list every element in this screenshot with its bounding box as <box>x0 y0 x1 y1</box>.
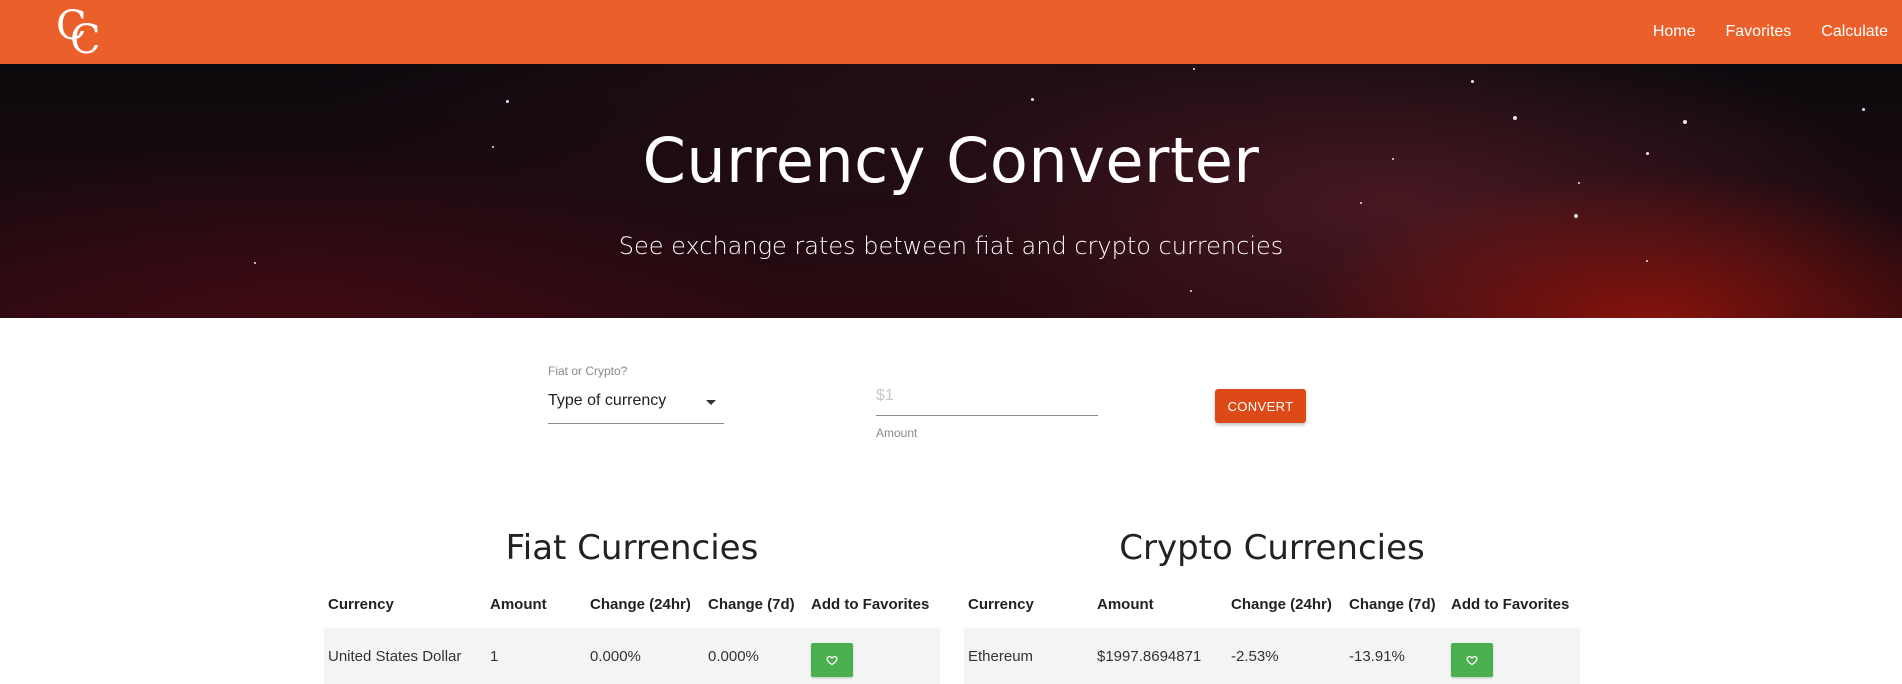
cell-amount: $1997.8694871 <box>1097 648 1202 665</box>
fiat-section-title: Fiat Currencies <box>505 528 759 568</box>
nav-links: Home Favorites Calculate <box>1623 0 1888 64</box>
heart-icon <box>1466 655 1478 666</box>
column-header: Currency <box>968 596 1034 613</box>
star <box>1646 260 1648 262</box>
fiat-table: Currency Amount Change (24hr) Change (7d… <box>324 584 940 684</box>
cell-change-7d: -13.91% <box>1349 648 1405 665</box>
currency-type-select[interactable]: Type of currency <box>548 388 724 424</box>
table-header: Currency Amount Change (24hr) Change (7d… <box>964 584 1580 628</box>
crypto-section-title: Crypto Currencies <box>1119 528 1425 568</box>
table-header: Currency Amount Change (24hr) Change (7d… <box>324 584 940 628</box>
cell-currency: United States Dollar <box>328 648 462 665</box>
column-header: Add to Favorites <box>1451 596 1570 613</box>
hero-banner: Currency Converter See exchange rates be… <box>0 64 1902 318</box>
star <box>254 262 256 264</box>
table-row: Ethereum $1997.8694871 -2.53% -13.91% <box>964 628 1580 684</box>
column-header: Amount <box>1097 596 1154 613</box>
star <box>1031 98 1034 101</box>
cell-currency: Ethereum <box>968 648 1034 665</box>
add-favorite-button[interactable] <box>811 643 853 677</box>
cell-change-24h: -2.53% <box>1231 648 1279 665</box>
page-subtitle: See exchange rates between fiat and cryp… <box>618 232 1284 260</box>
cell-change-7d: 0.000% <box>708 648 759 665</box>
nav-favorites-link[interactable]: Favorites <box>1726 23 1792 41</box>
navbar: C C Home Favorites Calculate <box>0 0 1902 64</box>
convert-button[interactable]: CONVERT <box>1215 389 1306 423</box>
add-favorite-button[interactable] <box>1451 643 1493 677</box>
column-header: Change (24hr) <box>590 596 691 613</box>
star <box>1360 202 1362 204</box>
amount-helper-text: Amount <box>876 426 918 440</box>
cell-change-24h: 0.000% <box>590 648 641 665</box>
column-header: Currency <box>328 596 394 613</box>
star <box>1574 214 1578 218</box>
currency-type-label: Fiat or Crypto? <box>548 364 628 378</box>
column-header: Change (7d) <box>1349 596 1436 613</box>
column-header: Change (7d) <box>708 596 795 613</box>
amount-input[interactable] <box>876 380 1098 416</box>
star <box>1862 108 1865 111</box>
nav-home-link[interactable]: Home <box>1653 23 1696 41</box>
page-title: Currency Converter <box>642 124 1260 197</box>
logo-letter: C <box>70 17 101 63</box>
currency-type-value: Type of currency <box>548 392 667 409</box>
star <box>1471 80 1474 83</box>
cell-amount: 1 <box>490 648 499 665</box>
column-header: Change (24hr) <box>1231 596 1332 613</box>
column-header: Amount <box>490 596 547 613</box>
star <box>1193 68 1195 70</box>
column-header: Add to Favorites <box>811 596 930 613</box>
table-row: United States Dollar 1 0.000% 0.000% <box>324 628 940 684</box>
star <box>506 100 509 103</box>
caret-down-icon <box>706 400 716 405</box>
star <box>1513 116 1517 120</box>
nav-calculate-link[interactable]: Calculate <box>1821 23 1888 41</box>
logo[interactable]: C C <box>56 4 108 60</box>
crypto-table: Currency Amount Change (24hr) Change (7d… <box>964 584 1580 684</box>
star <box>1190 290 1192 292</box>
heart-icon <box>826 655 838 666</box>
